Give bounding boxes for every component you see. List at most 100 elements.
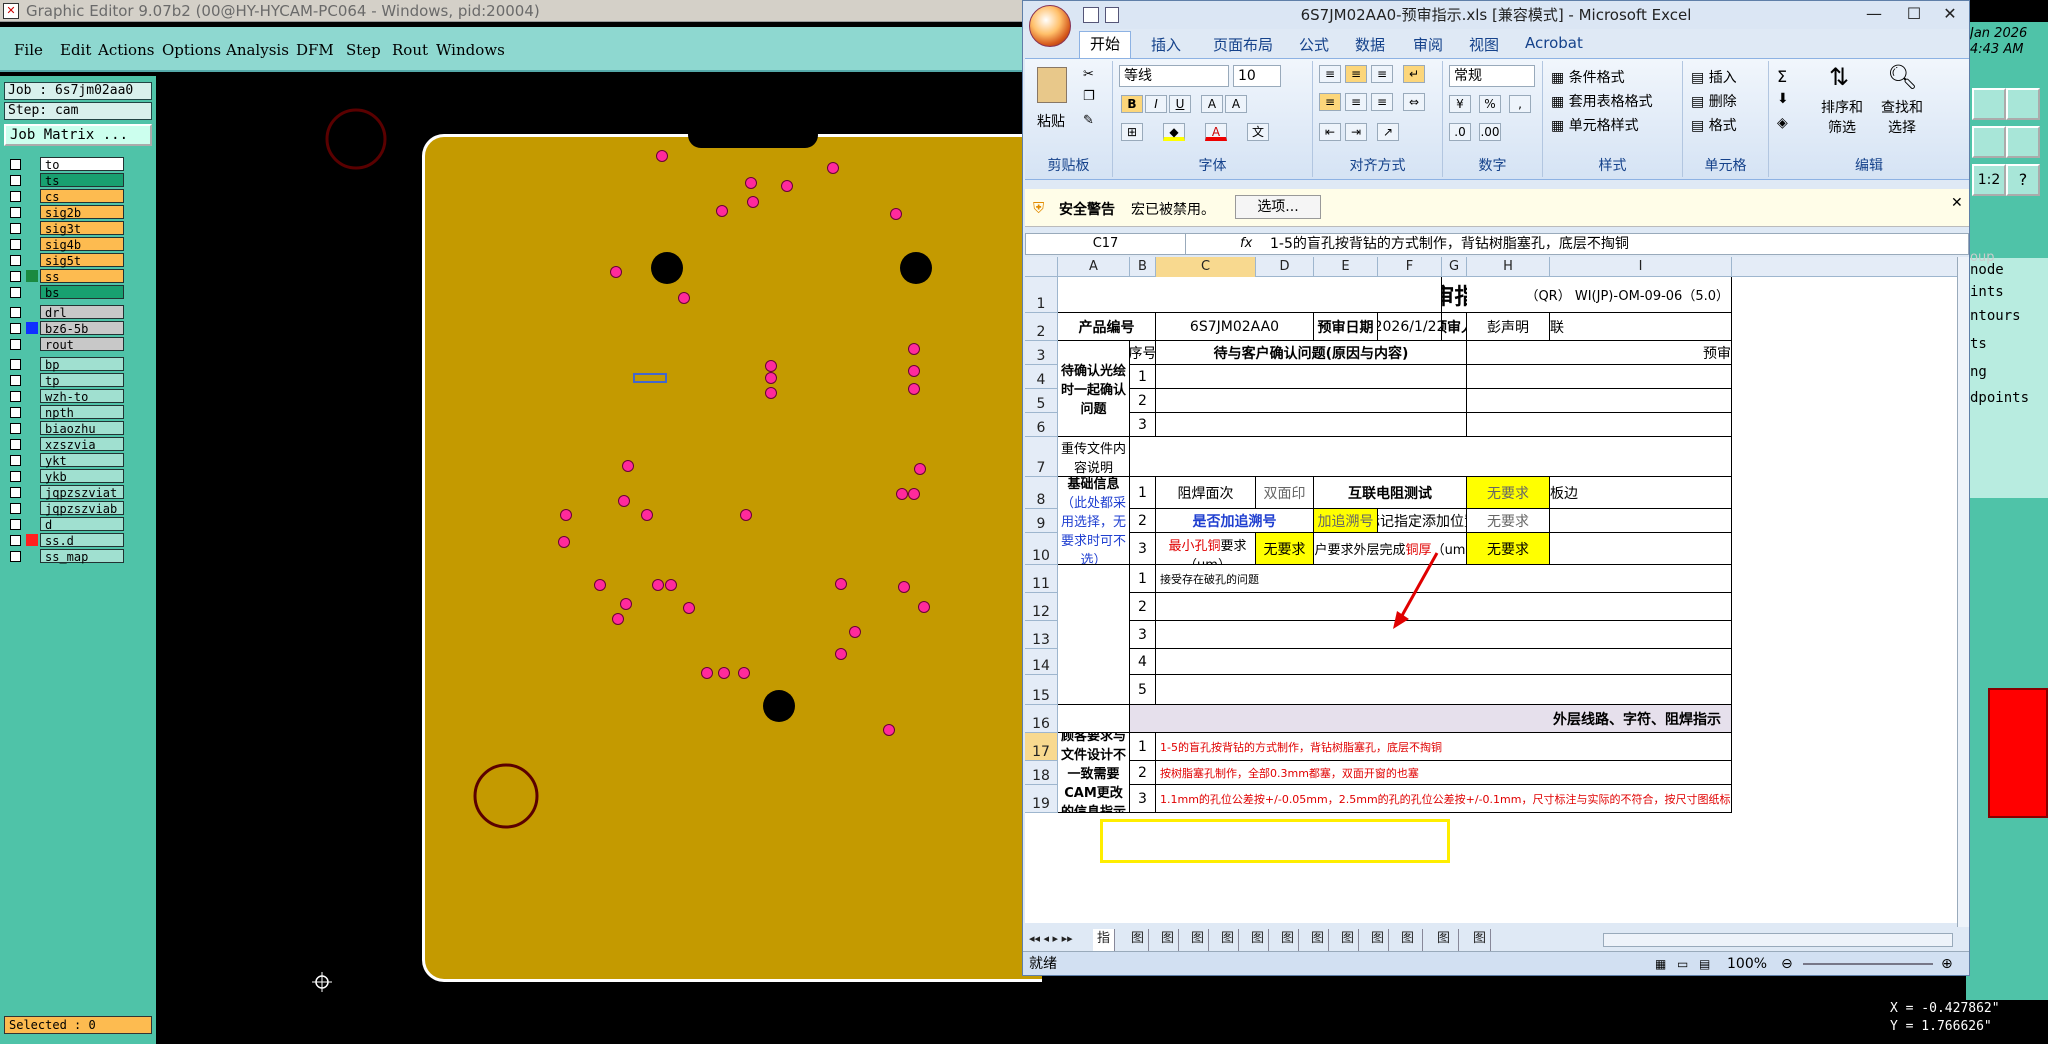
cell-c17[interactable]: 1-5的盲孔按背钻的方式制作，背钻树脂塞孔，底层不掏铜	[1156, 733, 1732, 761]
shrink-font-icon[interactable]: A	[1225, 95, 1247, 113]
cell[interactable]	[1156, 389, 1467, 413]
tool-icon[interactable]	[1972, 126, 2006, 158]
comma-icon[interactable]: ,	[1509, 95, 1531, 113]
tool-icon[interactable]	[2006, 126, 2040, 158]
cell[interactable]	[1550, 533, 1732, 565]
layer-name[interactable]: cs	[40, 189, 124, 204]
cell[interactable]: 板边	[1550, 477, 1732, 509]
font-size-select[interactable]: 10	[1233, 65, 1281, 87]
name-box[interactable]: C17	[1026, 234, 1186, 254]
menu-actions[interactable]: Actions	[98, 41, 154, 59]
currency-icon[interactable]: ¥	[1449, 95, 1471, 113]
layer-name[interactable]: jqpzszviat	[40, 485, 124, 500]
row-header[interactable]: 12	[1025, 593, 1058, 621]
layer-row[interactable]: ss_map	[6, 548, 126, 564]
cell[interactable]: 按树脂塞孔制作，全部0.3mm都塞，双面开窗的也塞	[1156, 761, 1732, 785]
review-date-value[interactable]: 2026/1/22	[1378, 313, 1442, 341]
copy-icon[interactable]: ❐	[1083, 89, 1095, 104]
formula-input[interactable]: 1-5的盲孔按背钻的方式制作，背钻树脂塞孔，底层不掏铜	[1270, 234, 1629, 254]
align-top-icon[interactable]: ≡	[1319, 65, 1341, 83]
cell[interactable]: 标记指定添加位置	[1378, 509, 1467, 533]
layer-row[interactable]: bp	[6, 356, 126, 372]
tab-formulas[interactable]: 公式	[1299, 34, 1329, 55]
layer-row[interactable]: to	[6, 156, 126, 172]
ratio-icon[interactable]: 1:2	[1972, 164, 2006, 196]
zoom-slider[interactable]	[1803, 963, 1933, 965]
minimize-icon[interactable]: —	[1859, 3, 1889, 25]
layer-row[interactable]: ts	[6, 172, 126, 188]
sort-filter-button[interactable]: 排序和 筛选	[1821, 97, 1863, 137]
cell[interactable]: 预审	[1467, 341, 1732, 365]
cell[interactable]: 是否加追溯号	[1156, 509, 1314, 533]
vertical-scrollbar[interactable]	[1957, 257, 1969, 927]
insert-cells-button[interactable]: ▤ 插入	[1691, 67, 1737, 87]
row-header[interactable]: 8	[1025, 477, 1058, 509]
side-item[interactable]: ng	[1970, 364, 1987, 380]
column-header[interactable]: E	[1314, 257, 1378, 277]
column-header[interactable]: A	[1058, 257, 1130, 277]
layer-row[interactable]: drl	[6, 304, 126, 320]
layer-name[interactable]: xzszvia	[40, 437, 124, 452]
cell[interactable]	[1058, 565, 1130, 705]
cell[interactable]	[1156, 649, 1732, 675]
increase-indent-icon[interactable]: ⇥	[1345, 123, 1367, 141]
layer-row[interactable]: sig2b	[6, 204, 126, 220]
font-name-select[interactable]: 等线	[1119, 65, 1229, 87]
layer-checkbox[interactable]	[10, 271, 21, 282]
layer-name[interactable]: tp	[40, 373, 124, 388]
seq-cell[interactable]: 3	[1130, 621, 1156, 649]
layer-checkbox[interactable]	[10, 503, 21, 514]
align-right-icon[interactable]: ≡	[1371, 93, 1393, 111]
sum-icon[interactable]: Σ	[1777, 67, 1787, 86]
new-file-icon[interactable]	[1105, 7, 1119, 23]
cell[interactable]: 无要求	[1467, 533, 1550, 565]
seq-cell[interactable]: 1	[1130, 733, 1156, 761]
layer-checkbox[interactable]	[10, 323, 21, 334]
layer-name[interactable]: to	[40, 157, 124, 172]
layer-checkbox[interactable]	[10, 375, 21, 386]
cell[interactable]: 无要求	[1256, 533, 1314, 565]
reviewer-value[interactable]: 彭声明	[1467, 313, 1550, 341]
font-color-icon[interactable]: A	[1205, 123, 1227, 141]
layer-checkbox[interactable]	[10, 455, 21, 466]
row-header[interactable]: 14	[1025, 649, 1058, 675]
row-header[interactable]: 17	[1025, 733, 1058, 761]
layer-checkbox[interactable]	[10, 255, 21, 266]
seq-cell[interactable]: 1	[1130, 565, 1156, 593]
layer-name[interactable]: sig5t	[40, 253, 124, 268]
menu-step[interactable]: Step	[346, 41, 381, 59]
layer-checkbox[interactable]	[10, 551, 21, 562]
layer-row[interactable]: jqpzszviab	[6, 500, 126, 516]
decrease-indent-icon[interactable]: ⇤	[1319, 123, 1341, 141]
delete-cells-button[interactable]: ▤ 删除	[1691, 91, 1737, 111]
layer-name[interactable]: ss.d	[40, 533, 124, 548]
menu-file[interactable]: File	[14, 41, 43, 59]
basic-info-label[interactable]: 基础信息 （此处都采用选择，无要求时可不选）	[1058, 477, 1130, 565]
product-no-value[interactable]: 6S7JM02AA0	[1156, 313, 1314, 341]
paste-icon[interactable]	[1037, 67, 1067, 103]
menu-dfm[interactable]: DFM	[296, 41, 334, 59]
cell[interactable]	[1058, 277, 1442, 313]
column-header[interactable]: B	[1130, 257, 1156, 277]
layer-name[interactable]: d	[40, 517, 124, 532]
layer-row[interactable]: npth	[6, 404, 126, 420]
format-painter-icon[interactable]: ✎	[1083, 113, 1094, 128]
cell[interactable]	[1156, 675, 1732, 705]
number-format-select[interactable]: 常规	[1449, 65, 1535, 87]
cell[interactable]	[1467, 389, 1732, 413]
layer-checkbox[interactable]	[10, 175, 21, 186]
layer-row[interactable]: tp	[6, 372, 126, 388]
cell[interactable]: 无要求	[1467, 477, 1550, 509]
align-bottom-icon[interactable]: ≡	[1371, 65, 1393, 83]
layer-checkbox[interactable]	[10, 239, 21, 250]
layer-checkbox[interactable]	[10, 191, 21, 202]
outer-header[interactable]: 外层线路、字符、阻焊指示	[1130, 705, 1732, 733]
layer-name[interactable]: ss_map	[40, 549, 124, 564]
layer-row[interactable]: rout	[6, 336, 126, 352]
fill-icon[interactable]: ⬇	[1777, 91, 1789, 107]
cell[interactable]	[1467, 365, 1732, 389]
spreadsheet-grid[interactable]: ABCDEFGHI 1 2 3 4 5 6 7 8 9 10 11 12 13 14 15 16 17 18 19 …	[1025, 257, 1961, 923]
cell[interactable]	[1130, 437, 1732, 477]
column-header[interactable]: F	[1378, 257, 1442, 277]
phonetic-icon[interactable]: 文	[1247, 123, 1269, 141]
